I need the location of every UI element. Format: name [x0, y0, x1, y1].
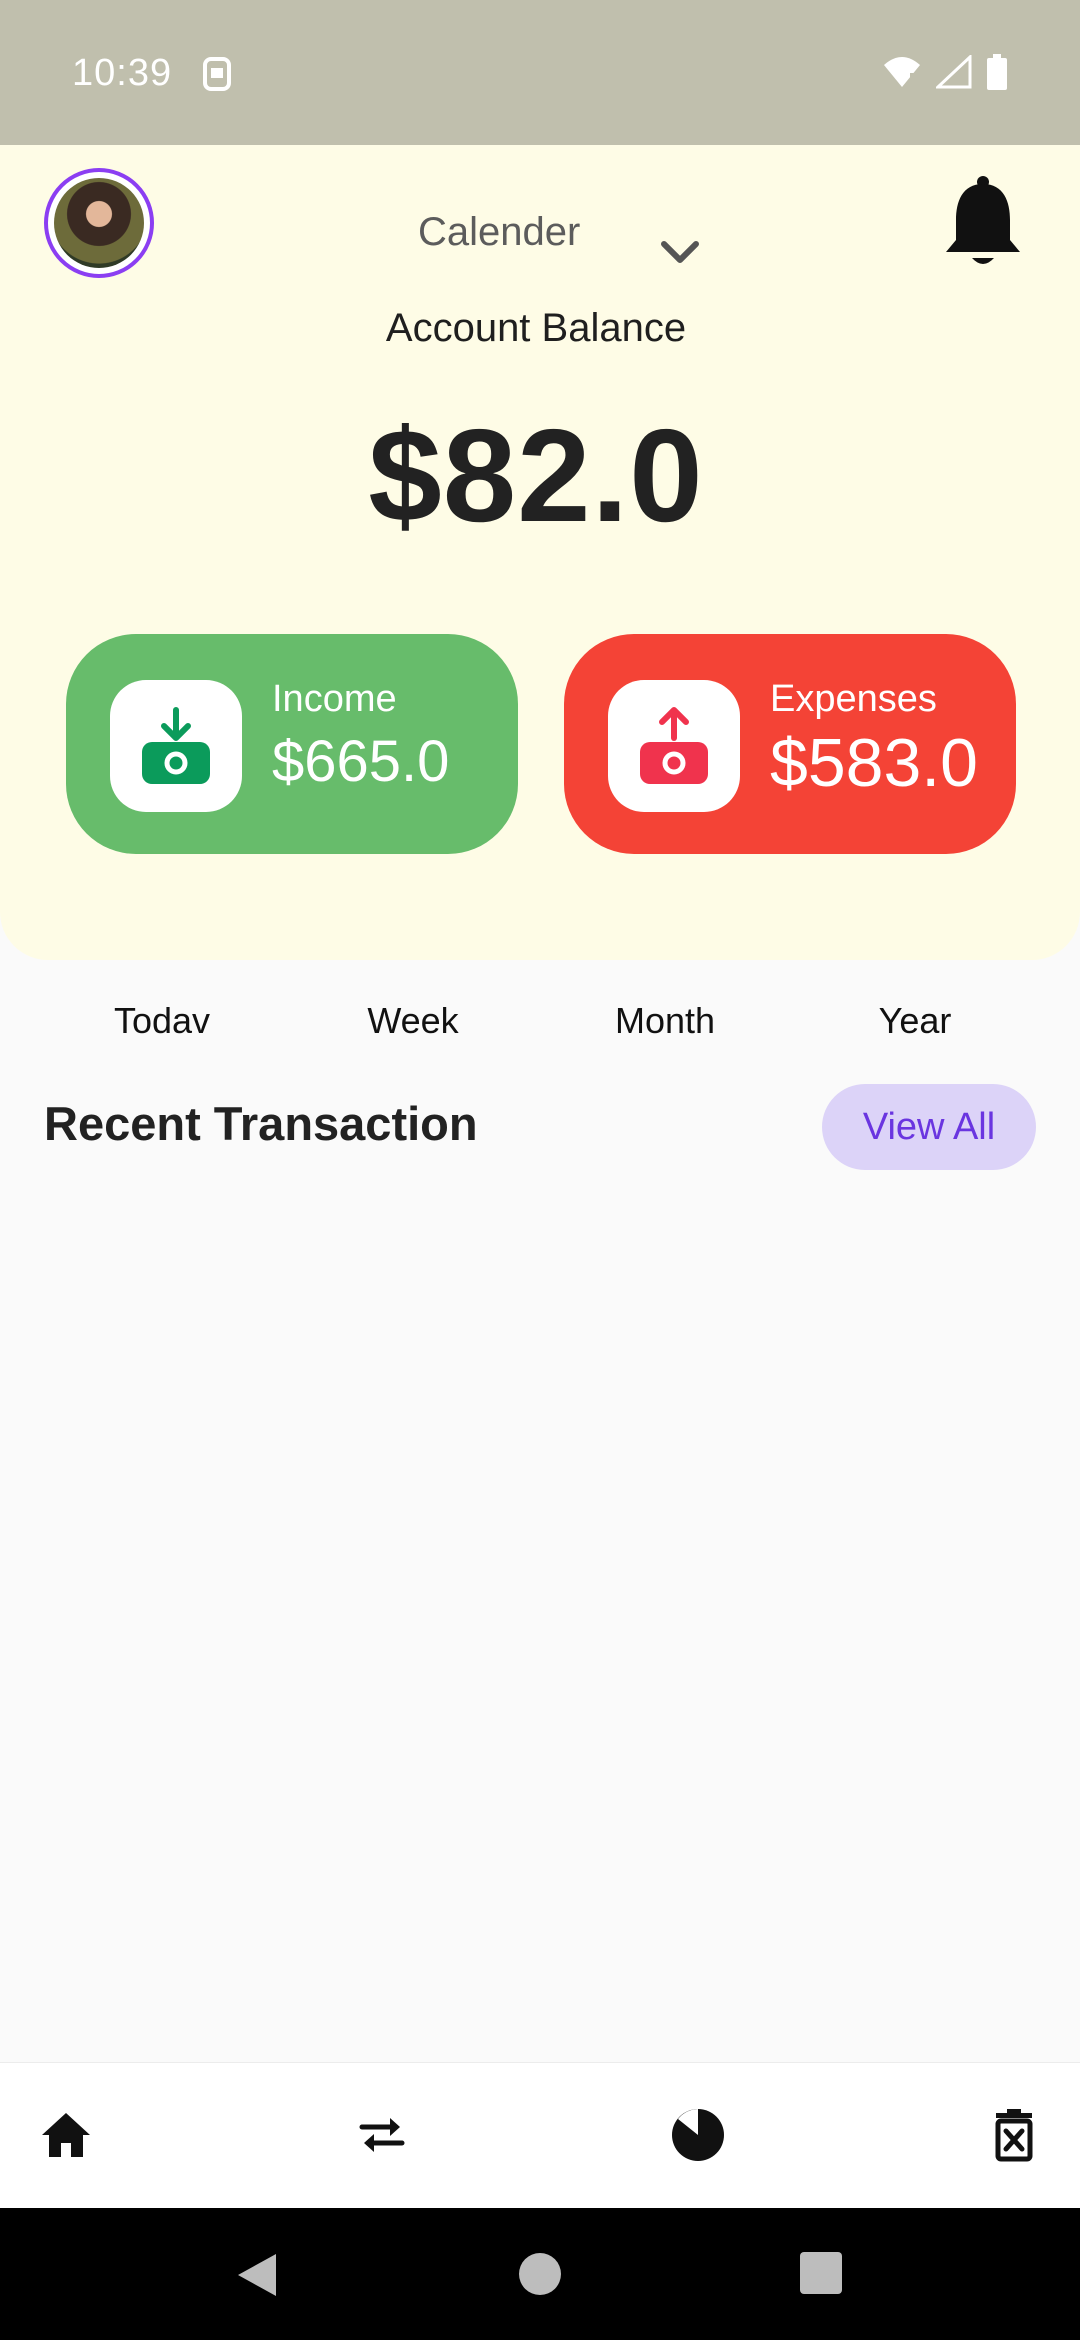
- transfer-icon[interactable]: [354, 2107, 410, 2163]
- expenses-card[interactable]: Expenses $583.0: [564, 634, 1016, 854]
- delete-icon[interactable]: [986, 2107, 1042, 2163]
- tab-year[interactable]: Year: [815, 1000, 1015, 1042]
- back-icon[interactable]: [236, 2252, 278, 2298]
- avatar[interactable]: [44, 168, 154, 278]
- recent-transaction-title: Recent Transaction: [44, 1097, 478, 1150]
- range-tabs: Todav Week Month Year: [0, 1000, 1080, 1060]
- battery-icon: [987, 54, 1007, 90]
- calendar-dropdown-label[interactable]: Calender: [418, 210, 580, 255]
- expenses-icon-box: [608, 680, 740, 812]
- balance-amount: $82.0: [368, 402, 704, 549]
- income-card[interactable]: Income $665.0: [66, 634, 518, 854]
- tab-month[interactable]: Month: [565, 1000, 765, 1042]
- tab-week[interactable]: Week: [313, 1000, 513, 1042]
- balance-label: Account Balance: [385, 306, 687, 350]
- view-all-button[interactable]: View All: [822, 1084, 1036, 1170]
- sim-card-icon: [203, 57, 231, 91]
- expenses-value: $583.0: [770, 725, 978, 801]
- expenses-label: Expenses: [770, 678, 937, 720]
- chevron-down-icon[interactable]: [656, 236, 704, 268]
- wifi-icon: [884, 57, 920, 87]
- status-time: 10:39: [72, 52, 173, 94]
- bottom-navigation: [0, 2062, 1080, 2208]
- income-label: Income: [272, 678, 397, 720]
- tab-today[interactable]: Todav: [62, 1000, 262, 1042]
- system-navigation-bar: [0, 2208, 1080, 2340]
- pie-chart-icon[interactable]: [670, 2107, 726, 2163]
- bell-icon[interactable]: [942, 174, 1024, 270]
- status-icons: [882, 54, 1008, 90]
- home-icon[interactable]: [38, 2107, 94, 2163]
- expenses-icon: [640, 707, 708, 784]
- status-bar: 10:39: [0, 0, 1080, 145]
- income-icon-box: [110, 680, 242, 812]
- income-value: $665.0: [272, 729, 450, 794]
- avatar-photo: [54, 178, 144, 268]
- home-circle-icon[interactable]: [518, 2252, 562, 2296]
- signal-icon: [936, 55, 972, 89]
- recents-icon[interactable]: [800, 2252, 842, 2294]
- income-icon: [142, 707, 210, 784]
